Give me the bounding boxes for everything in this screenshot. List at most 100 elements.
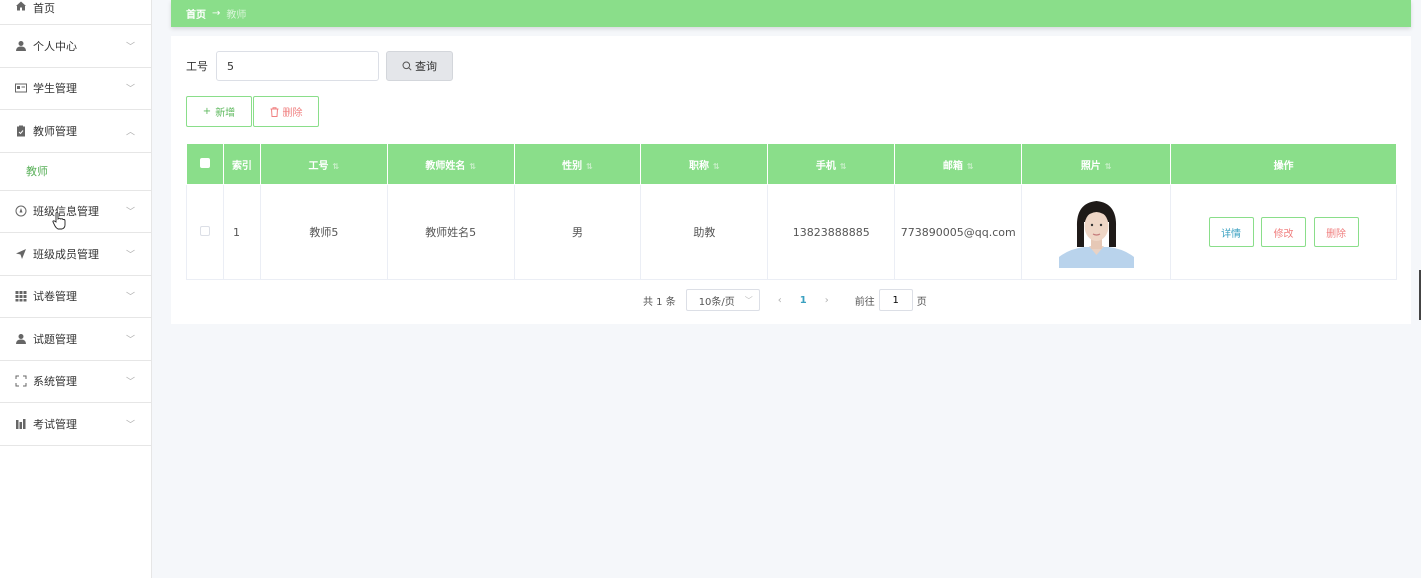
cell-photo	[1021, 184, 1172, 280]
send-icon	[15, 248, 27, 260]
sidebar-item-student-mgmt[interactable]: 学生管理 ﹀	[0, 68, 151, 110]
teacher-photo[interactable]	[1058, 196, 1134, 268]
breadcrumb: 首页 → 教师	[171, 0, 1411, 27]
user-icon	[15, 40, 27, 52]
header-photo[interactable]: 照片 ⇅	[1021, 143, 1172, 185]
header-title[interactable]: 职称 ⇅	[640, 143, 769, 185]
pagination: 共 1 条 10条/页 ﹀ ‹ 1 › 前往 页	[643, 289, 927, 311]
sidebar-item-label: 教师管理	[33, 124, 77, 138]
cell-actions: 详情 修改 删除	[1170, 184, 1397, 280]
cell-index: 1	[222, 184, 261, 280]
sidebar-item-label: 学生管理	[33, 82, 77, 96]
row-select-cell[interactable]	[186, 184, 224, 280]
search-button-label: 查询	[415, 60, 437, 73]
cell-id: 教师5	[259, 184, 388, 280]
chevron-down-icon: ﹀	[744, 295, 753, 305]
goto-label: 前往	[854, 296, 875, 308]
sidebar-item-label: 首页	[33, 2, 55, 15]
user-icon	[15, 333, 27, 345]
sidebar-item-label: 个人中心	[33, 39, 77, 53]
select-all-checkbox[interactable]	[199, 157, 210, 168]
next-page-icon[interactable]: ›	[825, 295, 829, 306]
row-checkbox[interactable]	[199, 225, 210, 236]
page-size-value: 10条/页	[698, 296, 735, 308]
grid-icon	[15, 290, 27, 302]
header-phone[interactable]: 手机 ⇅	[767, 143, 896, 185]
search-label: 工号	[186, 60, 208, 73]
sort-icon[interactable]: ⇅	[469, 162, 476, 171]
chevron-down-icon: ﹀	[125, 292, 135, 303]
sidebar-item-class-member-mgmt[interactable]: 班级成员管理 ﹀	[0, 233, 151, 276]
sidebar-item-label: 班级成员管理	[33, 247, 99, 261]
search-button[interactable]: 查询	[386, 51, 453, 81]
sidebar-item-personal-center[interactable]: 个人中心 ﹀	[0, 25, 151, 68]
goto-page-input[interactable]	[878, 289, 913, 311]
header-id[interactable]: 工号 ⇅	[259, 143, 388, 185]
page-size-select[interactable]: 10条/页 ﹀	[685, 289, 760, 311]
trash-icon	[270, 106, 279, 117]
page-number-current[interactable]: 1	[800, 295, 807, 306]
sort-icon[interactable]: ⇅	[967, 162, 974, 171]
search-icon	[402, 61, 412, 71]
cell-phone: 13823888885	[767, 184, 896, 280]
compass-icon	[15, 205, 27, 217]
edit-button[interactable]: 修改	[1261, 217, 1307, 247]
sidebar-item-label: 系统管理	[33, 375, 77, 389]
row-delete-button[interactable]: 删除	[1313, 217, 1359, 247]
page-unit-label: 页	[916, 296, 927, 308]
sidebar-subitem-teacher[interactable]: 教师	[0, 153, 151, 191]
plus-icon: +	[202, 106, 212, 117]
hand-cursor-icon	[52, 212, 66, 230]
sidebar-item-label: 试卷管理	[33, 290, 77, 304]
sidebar-item-paper-mgmt[interactable]: 试卷管理 ﹀	[0, 276, 151, 318]
cell-title: 助教	[640, 184, 769, 280]
cell-gender: 男	[513, 184, 642, 280]
sort-icon[interactable]: ⇅	[586, 162, 593, 171]
select-all-cell[interactable]	[186, 143, 224, 185]
chevron-down-icon: ﹀	[125, 207, 135, 218]
sort-icon[interactable]: ⇅	[1105, 162, 1112, 171]
chevron-down-icon: ﹀	[125, 250, 135, 261]
sidebar-item-teacher-mgmt[interactable]: 教师管理 ︿	[0, 110, 151, 153]
header-gender[interactable]: 性别 ⇅	[513, 143, 642, 185]
teacher-table: 索引 工号 ⇅ 教师姓名 ⇅ 性别 ⇅ 职称 ⇅ 手机 ⇅ 邮箱 ⇅ 照片 ⇅ 操作 1 教师…	[186, 143, 1397, 280]
cell-name: 教师姓名5	[386, 184, 515, 280]
content-panel: 工号 查询 + 新增 删除 索引 工号⇅ 教师姓名⇅ 性	[171, 36, 1411, 324]
sidebar-item-label: 试题管理	[33, 332, 77, 346]
delete-button-label: 删除	[282, 108, 303, 119]
sort-icon[interactable]: ⇅	[713, 162, 720, 171]
header-actions: 操作	[1170, 143, 1397, 185]
id-card-icon	[15, 82, 27, 94]
prev-page-icon[interactable]: ‹	[778, 295, 782, 306]
breadcrumb-current: 教师	[226, 10, 247, 21]
home-icon	[15, 0, 27, 12]
chevron-down-icon: ﹀	[125, 335, 135, 346]
header-name[interactable]: 教师姓名 ⇅	[386, 143, 515, 185]
table-row: 1 教师5 教师姓名5 男 助教 13823888885 773890005@q…	[186, 184, 1397, 280]
chevron-down-icon: ﹀	[125, 420, 135, 431]
sidebar-item-system-mgmt[interactable]: 系统管理 ﹀	[0, 361, 151, 403]
search-input[interactable]	[216, 51, 379, 81]
chevron-down-icon: ﹀	[125, 377, 135, 388]
header-email[interactable]: 邮箱 ⇅	[894, 143, 1023, 185]
search-form: 工号 查询	[186, 51, 453, 81]
sidebar-item-question-mgmt[interactable]: 试题管理 ﹀	[0, 318, 151, 361]
cell-email: 773890005@qq.com	[894, 184, 1023, 280]
breadcrumb-home[interactable]: 首页	[186, 6, 206, 21]
sidebar-item-home[interactable]: 首页	[0, 0, 151, 25]
sort-icon[interactable]: ⇅	[840, 162, 847, 171]
add-button[interactable]: + 新增	[186, 96, 252, 127]
add-button-label: 新增	[215, 108, 236, 119]
header-index: 索引	[222, 143, 261, 185]
breadcrumb-arrow: →	[212, 8, 221, 19]
sort-icon[interactable]: ⇅	[332, 162, 339, 171]
action-toolbar: + 新增 删除	[186, 96, 319, 127]
detail-button[interactable]: 详情	[1208, 217, 1254, 247]
sidebar-item-class-info-mgmt[interactable]: 班级信息管理 ﹀	[0, 191, 151, 233]
table-header-row: 索引 工号 ⇅ 教师姓名 ⇅ 性别 ⇅ 职称 ⇅ 手机 ⇅ 邮箱 ⇅ 照片 ⇅ 操作	[186, 143, 1397, 185]
chevron-up-icon: ︿	[125, 127, 135, 138]
sidebar-item-exam-mgmt[interactable]: 考试管理 ﹀	[0, 403, 151, 446]
chevron-down-icon: ﹀	[125, 42, 135, 53]
pagination-total: 共 1 条	[643, 296, 676, 308]
delete-button[interactable]: 删除	[253, 96, 319, 127]
